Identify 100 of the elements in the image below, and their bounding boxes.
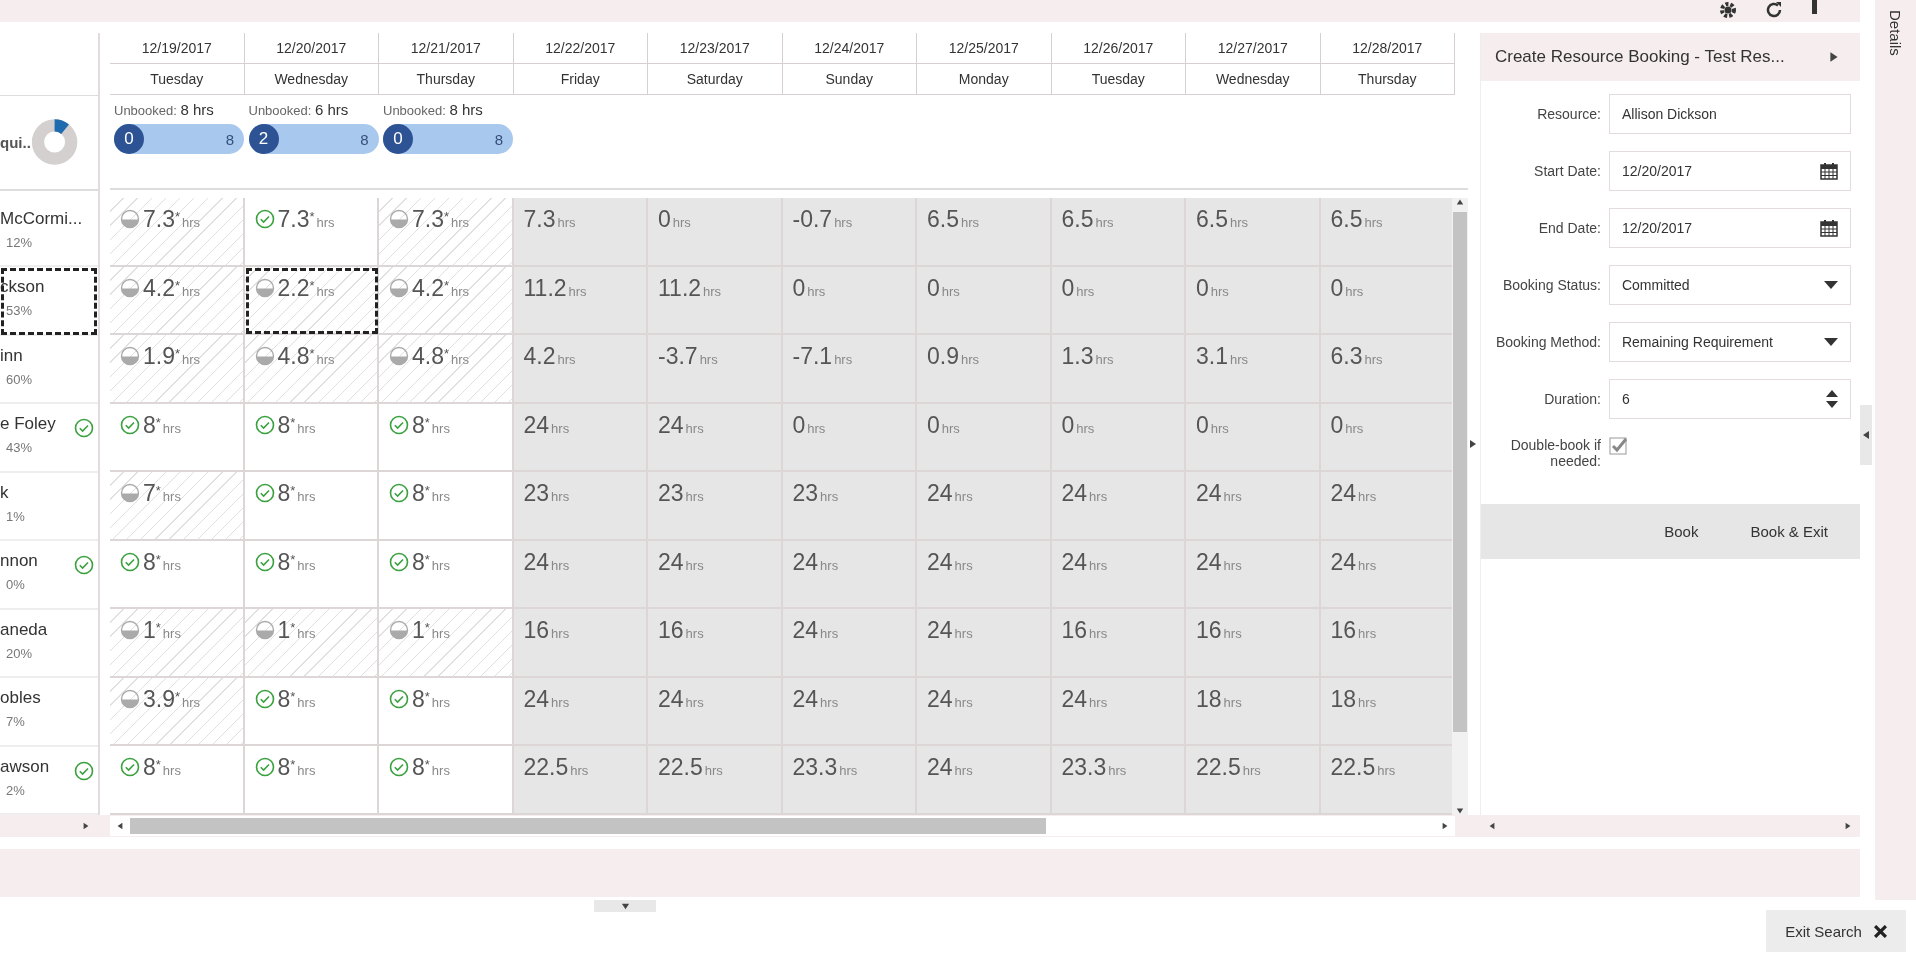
scroll-up-icon[interactable] [1456, 198, 1464, 206]
hours-cell[interactable]: 0 hrs [1186, 266, 1321, 335]
hours-cell[interactable]: 23.3 hrs [1051, 746, 1186, 815]
hours-cell[interactable]: 8*hrs [379, 472, 514, 541]
horizontal-scrollbar[interactable] [110, 816, 1455, 836]
hours-cell[interactable]: -0.7 hrs [782, 198, 917, 267]
hours-cell[interactable]: 23 hrs [782, 472, 917, 541]
refresh-icon[interactable] [1764, 0, 1784, 20]
hours-cell[interactable]: 0 hrs [1320, 403, 1452, 472]
hours-cell[interactable]: 24 hrs [782, 540, 917, 609]
hours-cell[interactable]: 7.3*hrs [379, 198, 514, 267]
collapse-tab[interactable] [1860, 405, 1872, 465]
hours-cell[interactable]: 7.3*hrs [110, 198, 245, 267]
hours-cell[interactable]: 8*hrs [110, 746, 245, 815]
hours-cell[interactable]: 0 hrs [1186, 403, 1321, 472]
hours-cell[interactable]: 11.2 hrs [513, 266, 648, 335]
hours-cell[interactable]: 0 hrs [648, 198, 783, 267]
hours-cell[interactable]: 24 hrs [648, 403, 783, 472]
hours-cell[interactable]: 24 hrs [513, 540, 648, 609]
resource-row[interactable]: obles 7% [0, 678, 98, 747]
expand-arrow-icon[interactable] [1468, 439, 1478, 449]
hours-cell[interactable]: 8*hrs [244, 677, 379, 746]
hours-cell[interactable]: 8*hrs [110, 403, 245, 472]
hours-cell[interactable]: 22.5 hrs [513, 746, 648, 815]
hours-cell[interactable]: 1*hrs [379, 609, 514, 678]
collapse-arrow-icon[interactable] [1828, 51, 1840, 63]
hours-cell[interactable]: 22.5 hrs [648, 746, 783, 815]
details-tab[interactable]: Details [1887, 10, 1904, 56]
hours-cell[interactable]: 23 hrs [513, 472, 648, 541]
scroll-left-icon[interactable] [1488, 822, 1496, 830]
resource-row[interactable]: McCormi... 12% [0, 198, 98, 268]
book-button[interactable]: Book & Exit [1744, 515, 1834, 548]
hours-cell[interactable]: 16 hrs [513, 609, 648, 678]
hours-cell[interactable]: 8*hrs [244, 403, 379, 472]
hours-cell[interactable]: 16 hrs [1051, 609, 1186, 678]
hours-cell[interactable]: 0 hrs [1320, 266, 1452, 335]
number-field[interactable]: 6 [1608, 378, 1851, 419]
hours-cell[interactable]: 7*hrs [110, 472, 245, 541]
hours-cell[interactable]: 4.2*hrs [379, 266, 514, 335]
double-book-checkbox[interactable] [1608, 437, 1629, 457]
resource-row[interactable]: k 1% [0, 472, 98, 542]
scroll-right-icon[interactable] [1844, 822, 1852, 830]
hours-cell[interactable]: 24 hrs [917, 677, 1052, 746]
hours-cell[interactable]: 24 hrs [1051, 540, 1186, 609]
caret-icon[interactable] [620, 901, 630, 911]
hours-cell[interactable]: 8*hrs [244, 540, 379, 609]
hours-cell[interactable]: 6.3 hrs [1320, 335, 1452, 404]
hours-cell[interactable]: 8*hrs [379, 677, 514, 746]
hours-cell[interactable]: 4.8*hrs [244, 335, 379, 404]
hours-cell[interactable]: 3.9*hrs [110, 677, 245, 746]
hours-cell[interactable]: 0 hrs [917, 403, 1052, 472]
hours-cell[interactable]: 24 hrs [1186, 472, 1321, 541]
hours-cell[interactable]: 23 hrs [648, 472, 783, 541]
hours-cell[interactable]: 8*hrs [379, 403, 514, 472]
hours-cell[interactable]: 0 hrs [917, 266, 1052, 335]
hours-cell[interactable]: 24 hrs [513, 403, 648, 472]
hours-cell[interactable]: 1*hrs [110, 609, 245, 678]
hours-cell[interactable]: 7.3*hrs [244, 198, 379, 267]
collapse-arrow-icon[interactable] [1861, 430, 1871, 440]
hours-cell[interactable]: 6.5 hrs [1320, 198, 1452, 267]
hours-cell[interactable]: 24 hrs [917, 472, 1052, 541]
resource-row[interactable]: e Foley 43% [0, 404, 98, 473]
hours-cell[interactable]: 8*hrs [379, 746, 514, 815]
date-field[interactable]: 12/20/2017 [1608, 150, 1851, 191]
hours-cell[interactable]: 0 hrs [1051, 403, 1186, 472]
hours-cell[interactable]: 24 hrs [513, 677, 648, 746]
calendar-icon[interactable] [1819, 161, 1838, 180]
hours-cell[interactable]: 7.3 hrs [513, 198, 648, 267]
hours-cell[interactable]: 0.9 hrs [917, 335, 1052, 404]
hours-cell[interactable]: 4.2*hrs [110, 266, 245, 335]
scroll-down-icon[interactable] [1456, 806, 1464, 815]
hours-cell[interactable]: 1.3 hrs [1051, 335, 1186, 404]
hours-cell[interactable]: 16 hrs [1186, 609, 1321, 678]
dropdown-caret-icon[interactable] [1823, 337, 1838, 346]
book-button[interactable]: Book [1658, 515, 1705, 548]
hours-cell[interactable]: 18 hrs [1320, 677, 1452, 746]
hours-cell[interactable]: 24 hrs [917, 746, 1052, 815]
hours-cell[interactable]: 3.1 hrs [1186, 335, 1321, 404]
hours-cell[interactable]: 24 hrs [1051, 472, 1186, 541]
hours-cell[interactable]: 6.5 hrs [1051, 198, 1186, 267]
select-field[interactable]: Remaining Requirement [1608, 321, 1851, 362]
exit-search-button[interactable]: Exit Search [1766, 910, 1906, 952]
hours-cell[interactable]: 24 hrs [1320, 540, 1452, 609]
scroll-left-icon[interactable] [116, 822, 124, 830]
resource-row[interactable]: nnon 0% [0, 541, 98, 610]
hours-cell[interactable]: 6.5 hrs [917, 198, 1052, 267]
hours-cell[interactable]: 0 hrs [782, 266, 917, 335]
dropdown-caret-icon[interactable] [1823, 280, 1838, 289]
hours-cell[interactable]: 22.5 hrs [1186, 746, 1321, 815]
resource-row[interactable]: ckson 53% [0, 267, 98, 336]
select-field[interactable]: Committed [1608, 264, 1851, 305]
resource-row[interactable]: inn 60% [0, 335, 98, 405]
hours-cell[interactable]: 0 hrs [1051, 266, 1186, 335]
hours-cell[interactable]: -3.7 hrs [648, 335, 783, 404]
settings-icon[interactable] [1718, 0, 1738, 20]
hours-cell[interactable]: 24 hrs [1051, 677, 1186, 746]
hours-cell[interactable]: 24 hrs [648, 677, 783, 746]
spinner-arrows-icon[interactable] [1825, 388, 1838, 409]
hours-cell[interactable]: 24 hrs [1186, 540, 1321, 609]
hours-cell[interactable]: 8*hrs [244, 472, 379, 541]
